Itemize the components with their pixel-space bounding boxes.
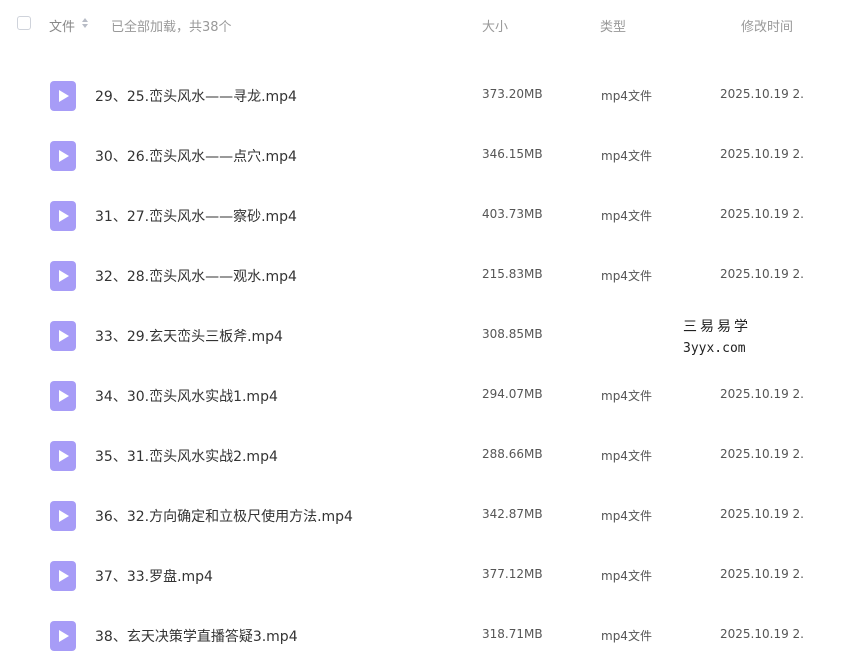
file-name[interactable]: 35、31.峦头风水实战2.mp4 [95,446,278,466]
select-all-checkbox[interactable] [17,16,31,30]
file-modified-time: 2025.10.19 2... [720,147,804,161]
file-row[interactable]: 29、25.峦头风水——寻龙.mp4 373.20MB mp4文件 2025.1… [0,66,843,126]
file-row[interactable]: 32、28.峦头风水——观水.mp4 215.83MB mp4文件 2025.1… [0,246,843,306]
file-size: 288.66MB [482,447,543,461]
column-header-type[interactable]: 类型 [600,16,626,35]
file-size: 342.87MB [482,507,543,521]
file-type: mp4文件 [601,209,652,223]
file-modified-time: 2025.10.19 2... [720,387,804,401]
file-row[interactable]: 36、32.方向确定和立极尺使用方法.mp4 342.87MB mp4文件 20… [0,486,843,546]
file-modified-time: 2025.10.19 2... [720,567,804,581]
file-type: mp4文件 [601,509,652,523]
file-size: 318.71MB [482,627,543,641]
file-row[interactable]: 35、31.峦头风水实战2.mp4 288.66MB mp4文件 2025.10… [0,426,843,486]
file-modified-time: 2025.10.19 2... [720,507,804,521]
file-size: 346.15MB [482,147,543,161]
column-header-modified[interactable]: 修改时间 [741,16,793,35]
file-size: 308.85MB [482,327,543,341]
file-name[interactable]: 30、26.峦头风水——点穴.mp4 [95,146,297,166]
file-type: mp4文件 [601,449,652,463]
sort-icon[interactable] [81,17,89,29]
file-modified-time: 2025.10.19 2... [720,267,804,281]
file-name[interactable]: 31、27.峦头风水——察砂.mp4 [95,206,297,226]
file-size: 215.83MB [482,267,543,281]
video-file-icon [50,201,76,231]
file-modified-time: 2025.10.19 2... [720,87,804,101]
video-file-icon [50,441,76,471]
file-name[interactable]: 29、25.峦头风水——寻龙.mp4 [95,86,297,106]
loaded-count-text: 已全部加载，共38个 [111,20,232,35]
watermark: 三易易学 3yyx.com [683,316,751,356]
file-modified-time: 2025.10.19 2... [720,207,804,221]
file-name[interactable]: 33、29.玄天峦头三板斧.mp4 [95,326,283,346]
file-type: mp4文件 [601,149,652,163]
video-file-icon [50,381,76,411]
video-file-icon [50,561,76,591]
file-modified-time: 2025.10.19 2... [720,627,804,641]
file-type: mp4文件 [601,629,652,643]
watermark-url: 3yyx.com [683,341,746,356]
file-row[interactable]: 38、玄天决策学直播答疑3.mp4 318.71MB mp4文件 2025.10… [0,606,843,666]
file-row[interactable]: 37、33.罗盘.mp4 377.12MB mp4文件 2025.10.19 2… [0,546,843,606]
video-file-icon [50,261,76,291]
file-name[interactable]: 36、32.方向确定和立极尺使用方法.mp4 [95,506,353,526]
watermark-title: 三易易学 [683,319,751,335]
file-size: 377.12MB [482,567,543,581]
file-type: mp4文件 [601,269,652,283]
video-file-icon [50,141,76,171]
column-header-file[interactable]: 文件 [49,16,75,35]
file-type: mp4文件 [601,89,652,103]
file-size: 294.07MB [482,387,543,401]
file-name[interactable]: 37、33.罗盘.mp4 [95,566,213,586]
file-name[interactable]: 32、28.峦头风水——观水.mp4 [95,266,297,286]
video-file-icon [50,501,76,531]
video-file-icon [50,81,76,111]
video-file-icon [50,621,76,651]
file-size: 403.73MB [482,207,543,221]
video-file-icon [50,321,76,351]
file-list-header: 文件 已全部加载，共38个 大小 类型 修改时间 [0,0,843,48]
file-name[interactable]: 34、30.峦头风水实战1.mp4 [95,386,278,406]
file-name[interactable]: 38、玄天决策学直播答疑3.mp4 [95,626,298,646]
column-header-size[interactable]: 大小 [482,16,508,35]
file-type: mp4文件 [601,389,652,403]
file-modified-time: 2025.10.19 2... [720,447,804,461]
file-row[interactable]: 31、27.峦头风水——察砂.mp4 403.73MB mp4文件 2025.1… [0,186,843,246]
file-row[interactable]: 30、26.峦头风水——点穴.mp4 346.15MB mp4文件 2025.1… [0,126,843,186]
file-row[interactable]: 34、30.峦头风水实战1.mp4 294.07MB mp4文件 2025.10… [0,366,843,426]
file-type: mp4文件 [601,569,652,583]
file-size: 373.20MB [482,87,543,101]
